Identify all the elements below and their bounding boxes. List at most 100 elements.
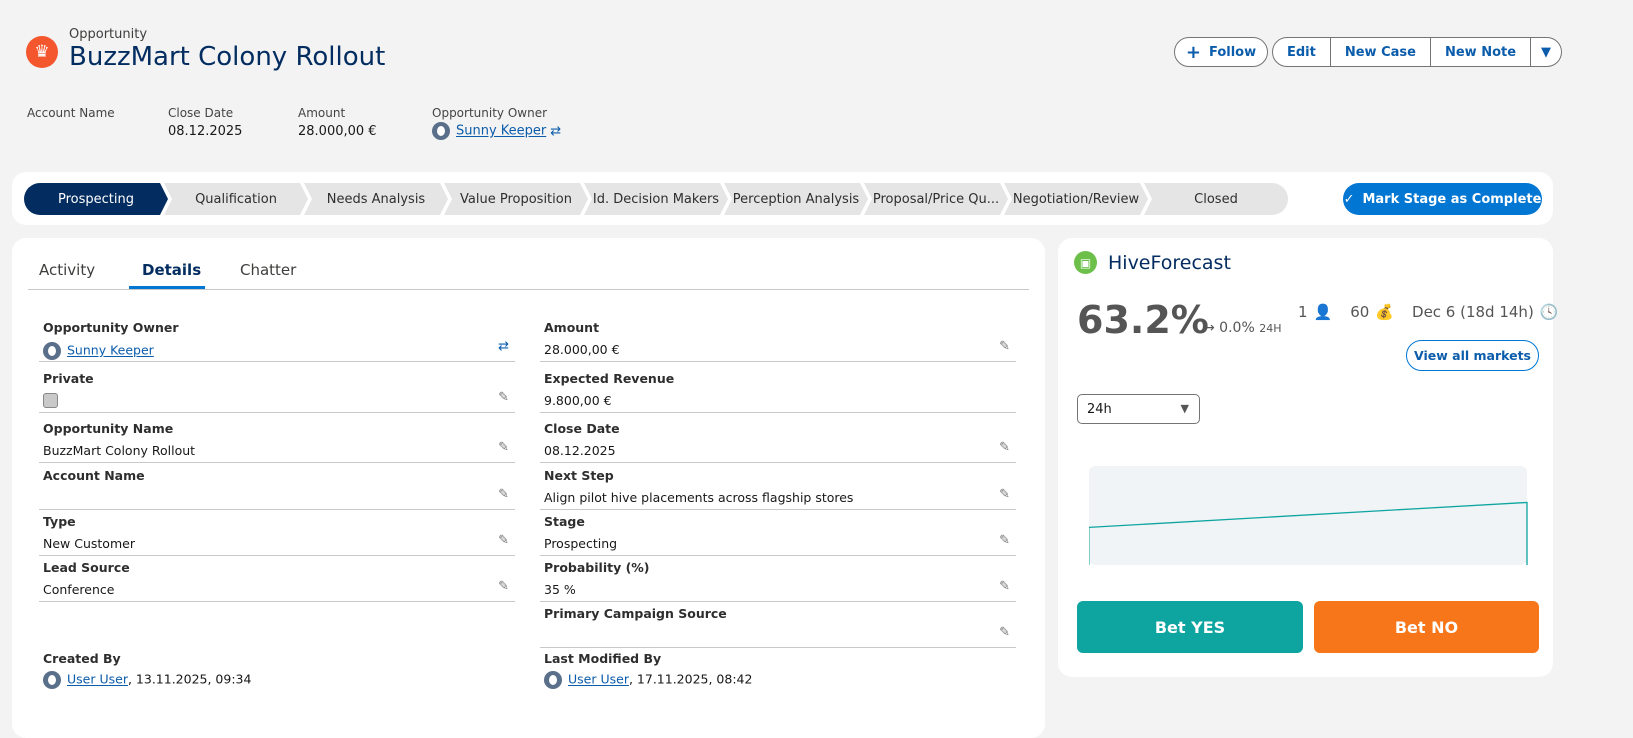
stage-0[interactable]: Prospecting [24,183,168,215]
clock-icon: 🕓 [1539,303,1559,321]
field-label: Primary Campaign Source [544,606,727,621]
stage-8[interactable]: Closed [1144,183,1288,215]
avatar [43,342,61,360]
tab-activity[interactable]: Activity [39,261,95,279]
field-label: Account Name [43,468,145,483]
new-note-button[interactable]: New Note [1430,37,1532,67]
field-amount: Amount 28.000,00 € ✎ [540,315,1016,362]
range-value: 24h [1087,402,1112,417]
forecast-change: → 0.0% [1203,320,1255,336]
avatar [432,122,450,140]
field-value: 28.000,00 € [544,342,620,357]
page-title: BuzzMart Colony Rollout [69,42,386,72]
more-actions-chevron-down-icon[interactable]: ▼ [1531,37,1563,67]
field-value: 35 % [544,582,576,597]
modified-by-link[interactable]: User User [568,672,629,687]
mark-stage-complete-button[interactable]: ✓ Mark Stage as Complete [1343,183,1542,215]
forecast-title: HiveForecast [1108,252,1231,274]
pencil-icon[interactable]: ✎ [498,487,509,502]
bet-yes-button[interactable]: Bet YES [1077,601,1303,653]
field-account-name: Account Name ✎ [39,463,515,510]
field-opportunity-name: Opportunity Name BuzzMart Colony Rollout ✎ [39,416,515,463]
avatar [544,671,562,689]
field-label: Lead Source [43,560,130,575]
change-owner-icon[interactable]: ⇄ [498,339,509,354]
modified-date: , 17.11.2025, 08:42 [628,671,753,687]
pencil-icon[interactable]: ✎ [999,339,1010,354]
new-case-button[interactable]: New Case [1330,37,1431,67]
field-value: Conference [43,582,115,597]
bet-no-button[interactable]: Bet NO [1314,601,1539,653]
avatar [43,671,61,689]
follow-button[interactable]: + Follow [1174,37,1268,67]
created-by-link[interactable]: User User [67,672,128,687]
field-label: Next Step [544,468,614,483]
chevron-down-icon: ▼ [1180,402,1189,415]
field-label: Amount [544,320,600,335]
field-type: Type New Customer ✎ [39,509,515,556]
field-value: BuzzMart Colony Rollout [43,443,196,458]
field-value: Prospecting [544,536,618,551]
pencil-icon[interactable]: ✎ [498,390,509,405]
field-primary-campaign-source: Primary Campaign Source ✎ [540,601,1016,648]
pencil-icon[interactable]: ✎ [999,533,1010,548]
pencil-icon[interactable]: ✎ [999,440,1010,455]
modified-by-label: Last Modified By [544,651,662,666]
field-label: Type [43,514,76,529]
highlight-label: Account Name [27,106,115,120]
user-icon: 👤 [1313,303,1333,321]
pencil-icon[interactable]: ✎ [999,487,1010,502]
change-period: 24H [1259,322,1282,335]
opportunity-crown-icon: ♛ [26,36,58,68]
field-label: Opportunity Name [43,421,174,436]
pencil-icon[interactable]: ✎ [498,579,509,594]
field-opportunity-owner: Opportunity Owner Sunny Keeper ⇄ [39,315,515,362]
money-bag-icon: 💰 [1375,303,1395,321]
object-type: Opportunity [69,27,148,42]
stage-4[interactable]: Id. Decision Makers [584,183,728,215]
field-probability-: Probability (%) 35 % ✎ [540,555,1016,602]
field-stage: Stage Prospecting ✎ [540,509,1016,556]
follow-label: Follow [1208,44,1257,60]
field-label: Close Date [544,421,620,436]
tab-chatter[interactable]: Chatter [240,261,296,279]
owner-link[interactable]: Sunny Keeper [456,124,546,139]
mark-label: Mark Stage as Complete [1362,191,1542,207]
check-icon: ✓ [1343,191,1355,207]
close-date: Dec 6 (18d 14h) [1412,303,1534,321]
field-value: 08.12.2025 [544,443,616,458]
owner-link[interactable]: Sunny Keeper [67,343,154,358]
field-label: Opportunity Owner [43,320,179,335]
stage-3[interactable]: Value Proposition [444,183,588,215]
tab-divider [28,289,1029,290]
field-label: Stage [544,514,585,529]
edit-button[interactable]: Edit [1272,37,1331,67]
stage-2[interactable]: Needs Analysis [304,183,448,215]
pencil-icon[interactable]: ✎ [498,440,509,455]
view-all-markets-button[interactable]: View all markets [1406,340,1539,371]
stage-5[interactable]: Perception Analysis [724,183,868,215]
range-select[interactable]: 24h ▼ [1077,394,1200,424]
highlight-close-date: 08.12.2025 [168,124,243,139]
stage-6[interactable]: Proposal/Price Qu... [864,183,1008,215]
field-value: 9.800,00 € [544,393,612,408]
created-by-label: Created By [43,651,121,666]
field-expected-revenue: Expected Revenue 9.800,00 € [540,366,1016,413]
pencil-icon[interactable]: ✎ [999,579,1010,594]
highlight-label: Opportunity Owner [432,106,548,120]
change-owner-icon[interactable]: ⇄ [550,124,561,139]
chip-icon: ▣ [1074,251,1097,274]
private-checkbox[interactable] [43,393,58,408]
stage-7[interactable]: Negotiation/Review [1004,183,1148,215]
pencil-icon[interactable]: ✎ [999,625,1010,640]
stage-path: Prospecting Qualification Needs Analysis Va… [24,183,1288,215]
plus-icon: + [1185,41,1201,63]
field-private: Private ✎ [39,366,515,413]
stage-1[interactable]: Qualification [164,183,308,215]
forecast-chart [1089,466,1528,565]
field-value: New Customer [43,536,135,551]
field-label: Probability (%) [544,560,650,575]
traders-count: 1 [1298,303,1308,321]
tab-details[interactable]: Details [142,261,201,279]
pencil-icon[interactable]: ✎ [498,533,509,548]
